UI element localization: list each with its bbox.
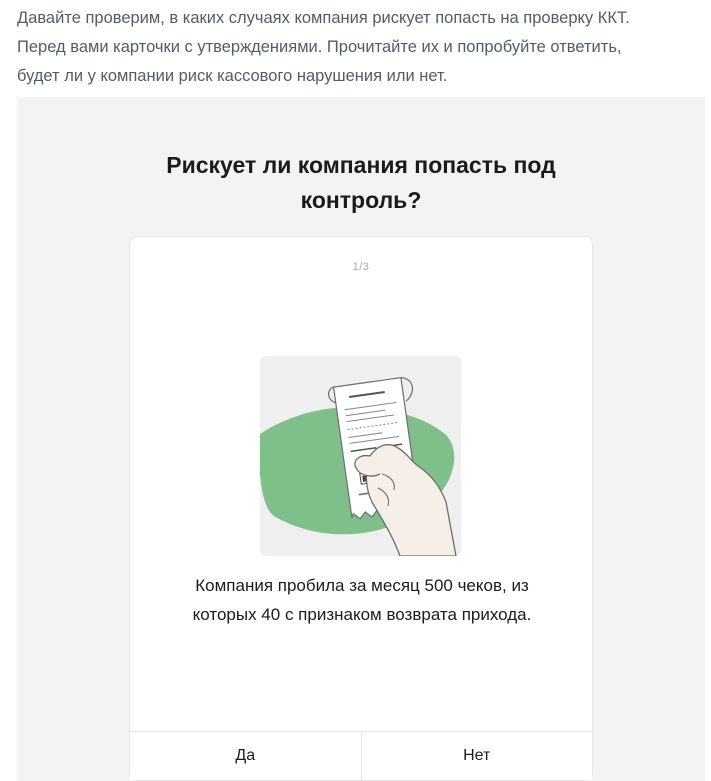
card-statement: Компания пробила за месяц 500 чеков, из … bbox=[150, 571, 574, 629]
answer-buttons: Да Нет bbox=[130, 731, 592, 780]
intro-line-2: Перед вами карточки с утверждениями. Про… bbox=[17, 38, 622, 56]
intro-text: Давайте проверим, в каких случаях компан… bbox=[17, 4, 707, 91]
statement-line-1: Компания пробила за месяц 500 чеков, из bbox=[195, 576, 529, 595]
answer-no-button[interactable]: Нет bbox=[360, 732, 592, 780]
quiz-card: 1/3 Компания пробила за месяц 500 чеков,… bbox=[129, 236, 593, 781]
statement-line-2: которых 40 с признаком возврата прихода. bbox=[192, 605, 532, 624]
intro-line-1: Давайте проверим, в каких случаях компан… bbox=[17, 9, 630, 27]
quiz-title-line-1: Рискует ли компания попасть под bbox=[166, 152, 556, 178]
receipt-in-hand-illustration bbox=[260, 356, 461, 556]
quiz-title: Рискует ли компания попасть под контроль… bbox=[0, 148, 711, 218]
answer-yes-button[interactable]: Да bbox=[130, 732, 361, 780]
intro-line-3: будет ли у компании риск кассового наруш… bbox=[17, 67, 448, 85]
receipt-in-hand-icon bbox=[260, 376, 457, 556]
quiz-title-line-2: контроль? bbox=[300, 187, 422, 213]
card-counter: 1/3 bbox=[352, 261, 370, 273]
